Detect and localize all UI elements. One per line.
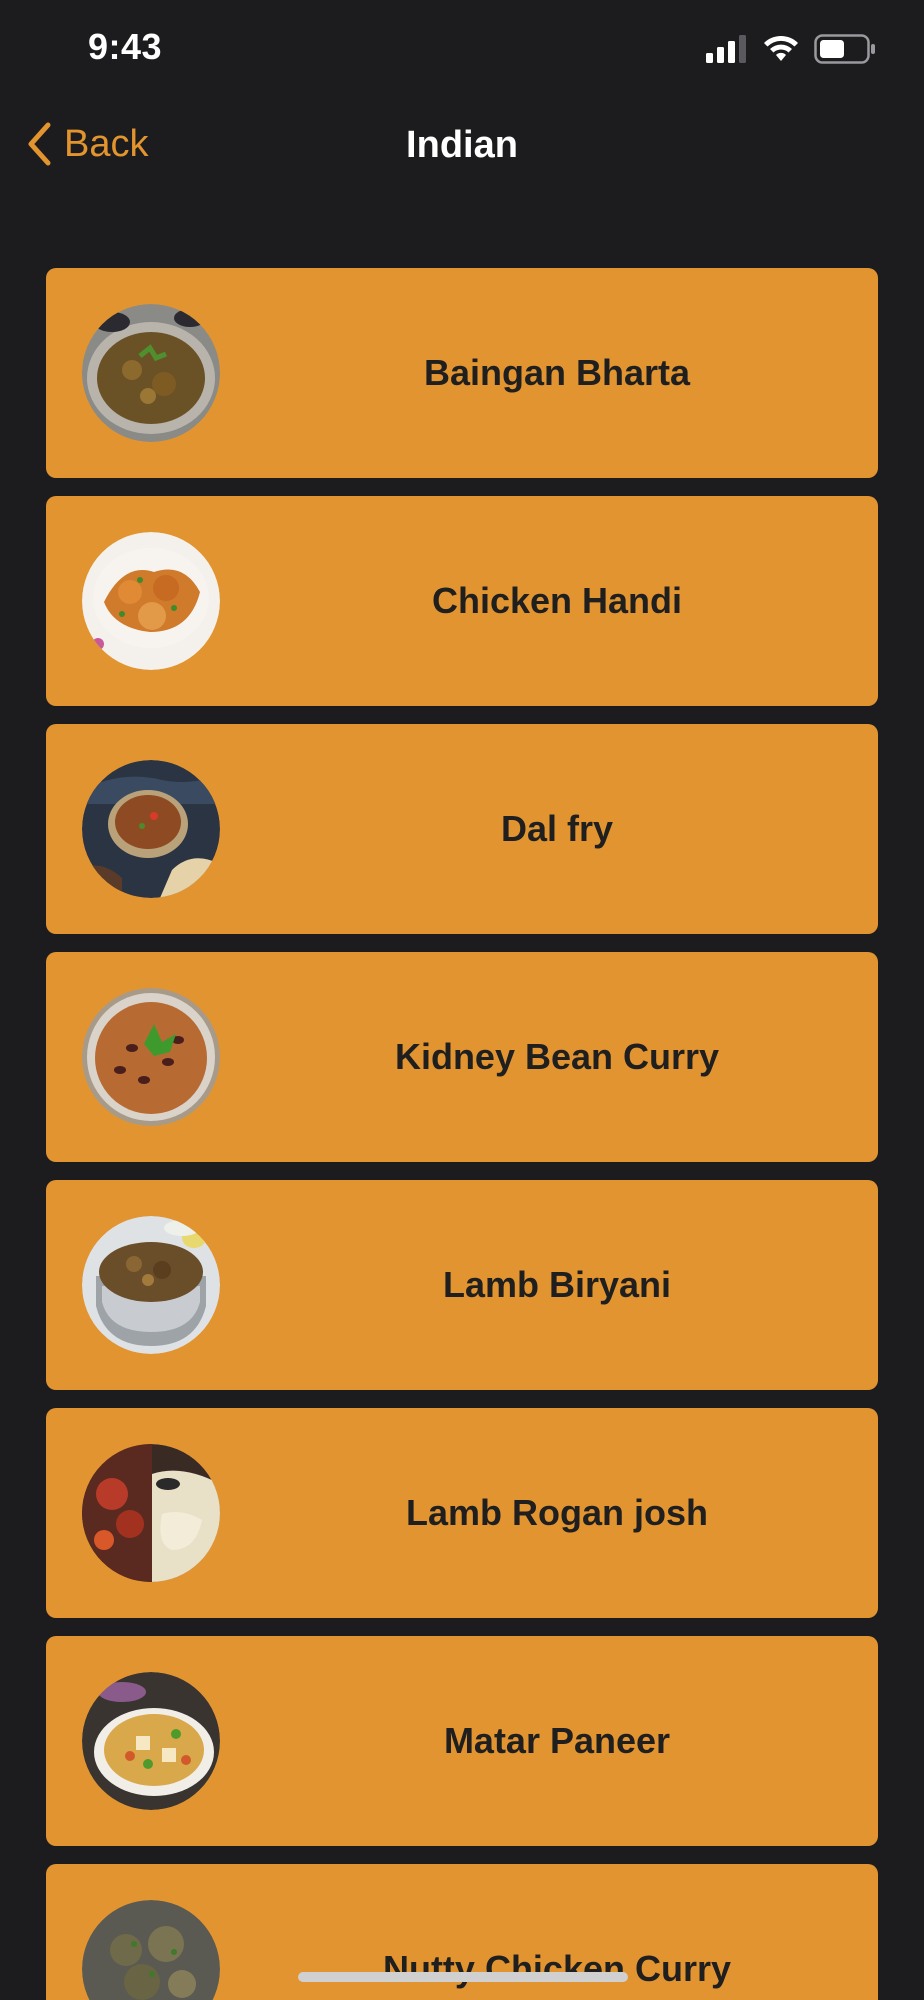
recipe-card[interactable]: Lamb Biryani: [46, 1180, 878, 1390]
recipe-thumbnail: [82, 1672, 220, 1810]
recipe-card[interactable]: Baingan Bharta: [46, 268, 878, 478]
recipe-thumbnail: [82, 760, 220, 898]
recipe-card[interactable]: Lamb Rogan josh: [46, 1408, 878, 1618]
screen: 9:43 Indian Back Baingan Bharta Chicken …: [0, 0, 924, 2000]
status-time: 9:43: [88, 26, 163, 67]
recipe-name: Lamb Biryani: [442, 1264, 672, 1305]
recipe-list: Baingan Bharta Chicken Handi Dal fry Kid…: [46, 268, 878, 2000]
recipe-name: Lamb Rogan josh: [405, 1492, 708, 1533]
recipe-thumbnail: [82, 1216, 220, 1354]
recipe-name: Dal fry: [500, 808, 614, 849]
recipe-name: Chicken Handi: [431, 580, 683, 621]
recipe-card[interactable]: Matar Paneer: [46, 1636, 878, 1846]
back-label: Back: [64, 122, 149, 165]
recipe-name: Baingan Bharta: [423, 352, 691, 393]
recipe-thumbnail: [82, 1900, 220, 2000]
battery-icon: [814, 34, 875, 64]
recipe-thumbnail: [82, 304, 220, 442]
chevron-left-icon: [28, 122, 51, 166]
recipe-card[interactable]: Dal fry: [46, 724, 878, 934]
recipe-name: Matar Paneer: [443, 1720, 671, 1761]
recipe-thumbnail: [82, 1444, 220, 1582]
recipe-thumbnail: [82, 988, 220, 1126]
recipe-card[interactable]: Kidney Bean Curry: [46, 952, 878, 1162]
recipe-card[interactable]: Chicken Handi: [46, 496, 878, 706]
recipe-name: Kidney Bean Curry: [394, 1036, 720, 1077]
status-bar: 9:43: [0, 0, 924, 100]
status-icons: [706, 34, 876, 64]
cellular-signal-icon: [706, 35, 746, 63]
home-indicator: [298, 1972, 628, 1982]
navigation-bar: Indian Back: [0, 110, 924, 190]
wifi-icon: [764, 35, 798, 61]
back-button[interactable]: Back: [26, 122, 148, 166]
recipe-thumbnail: [82, 532, 220, 670]
